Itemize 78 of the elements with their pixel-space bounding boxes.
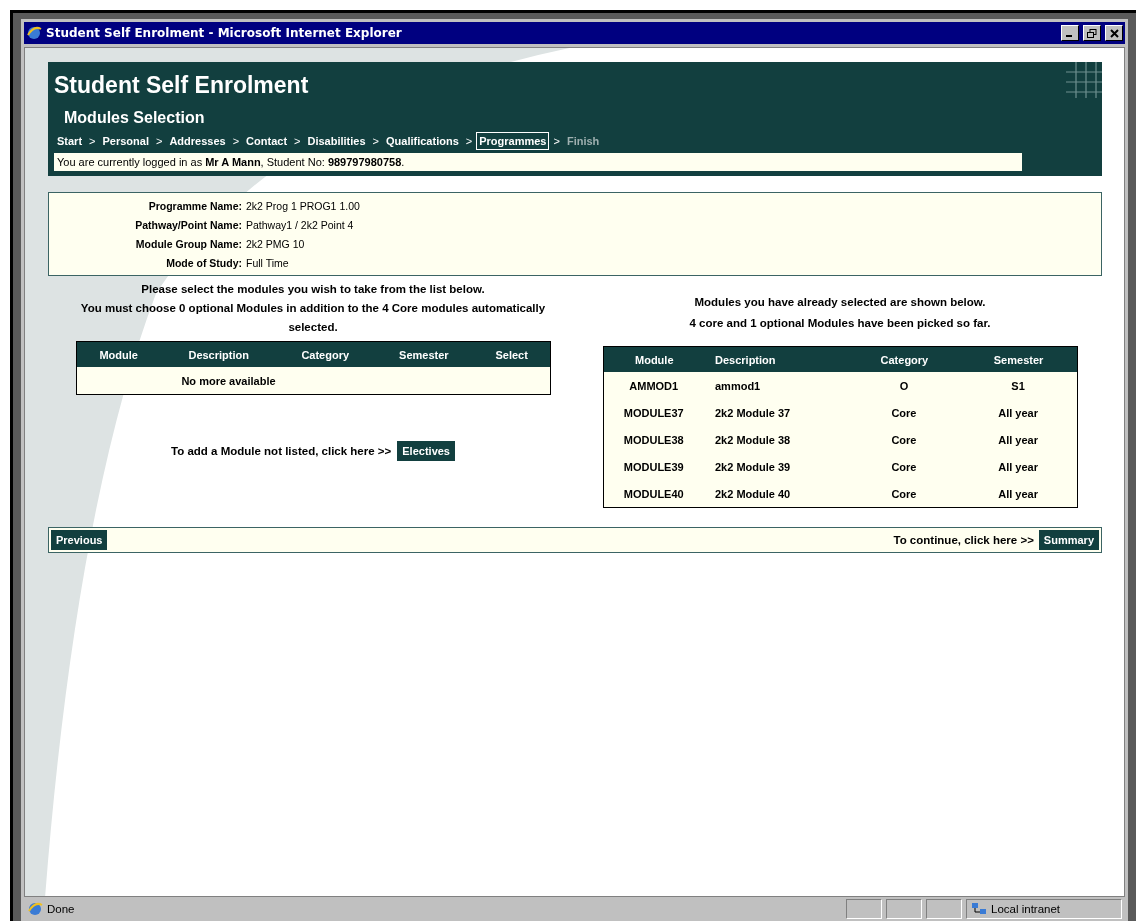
table-cell: All year xyxy=(960,426,1077,453)
breadcrumb-separator: > xyxy=(89,135,96,147)
detail-value: Full Time xyxy=(246,256,290,269)
breadcrumb-separator: > xyxy=(155,135,163,147)
column-header: Module xyxy=(603,346,705,372)
add-module-text: To add a Module not listed, click here >> xyxy=(171,445,392,457)
detail-label: Pathway/Point Name: xyxy=(134,218,242,231)
table-cell: 2k2 Module 37 xyxy=(705,399,849,426)
table-cell: All year xyxy=(960,399,1077,426)
table-cell: MODULE37 xyxy=(603,399,705,426)
table-cell: 2k2 Module 40 xyxy=(705,480,849,508)
breadcrumb-link[interactable]: Contact xyxy=(243,132,291,150)
table-cell: All year xyxy=(960,480,1077,508)
column-header: Description xyxy=(160,341,277,367)
breadcrumb-separator: > xyxy=(372,135,379,147)
detail-label: Programme Name: xyxy=(147,199,242,212)
column-header: Select xyxy=(473,341,550,367)
detail-value: 2k2 Prog 1 PROG1 1.00 xyxy=(246,199,361,212)
status-panel xyxy=(846,899,882,919)
close-icon xyxy=(1109,28,1119,38)
empty-message: No more available xyxy=(76,367,277,395)
table-cell: 2k2 Module 38 xyxy=(705,426,849,453)
table-cell: MODULE40 xyxy=(603,480,705,508)
table-cell: O xyxy=(848,372,961,399)
table-cell: Core xyxy=(848,426,961,453)
table-cell: MODULE38 xyxy=(603,426,705,453)
column-header: Description xyxy=(705,346,849,372)
network-icon xyxy=(971,902,987,916)
table-cell: ammod1 xyxy=(705,372,849,399)
restore-icon xyxy=(1087,28,1097,38)
breadcrumb-link[interactable]: Qualifications xyxy=(383,132,462,150)
previous-button[interactable]: Previous xyxy=(51,530,108,550)
table-cell: All year xyxy=(960,453,1077,480)
summary-button[interactable]: Summary xyxy=(1038,530,1099,550)
electives-button[interactable]: Electives xyxy=(397,441,455,461)
login-status-text: You are currently logged in as Mr A Mann, Student No: 989797980758. xyxy=(54,153,1022,171)
close-button[interactable] xyxy=(1105,25,1123,41)
restore-button[interactable] xyxy=(1083,25,1101,41)
instruction-text: Please select the modules you wish to take from the list below. xyxy=(140,282,486,297)
status-panel xyxy=(926,899,962,919)
table-cell: AMMOD1 xyxy=(603,372,705,399)
minimize-button[interactable] xyxy=(1061,25,1079,41)
breadcrumb-link[interactable]: Start xyxy=(54,132,86,150)
column-header: Category xyxy=(848,346,961,372)
breadcrumb-link[interactable]: Personal xyxy=(99,132,152,150)
info-text: Modules you have already selected are shown below. xyxy=(693,295,987,310)
detail-value: Pathway1 / 2k2 Point 4 xyxy=(246,218,355,231)
page-subtitle: Modules Selection xyxy=(64,109,205,127)
zone-text: Local intranet xyxy=(991,903,1061,915)
status-text: Done xyxy=(47,903,76,915)
window-title: Student Self Enrolment - Microsoft Internet Explorer xyxy=(46,26,403,40)
column-header: Category xyxy=(276,341,374,367)
breadcrumb-separator: > xyxy=(465,135,473,147)
column-header: Semester xyxy=(960,346,1077,372)
breadcrumb-separator: > xyxy=(553,135,560,147)
table-cell: Core xyxy=(848,399,961,426)
info-text: 4 core and 1 optional Modules have been picked so far. xyxy=(689,316,991,331)
status-panel xyxy=(886,899,922,919)
detail-label: Mode of Study: xyxy=(165,256,242,269)
table-cell: S1 xyxy=(960,372,1077,399)
page-title: Student Self Enrolment xyxy=(54,72,309,99)
browser-icon xyxy=(26,25,42,41)
breadcrumb-link[interactable]: Programmes xyxy=(476,132,550,150)
table-cell: Core xyxy=(848,453,961,480)
breadcrumb-link[interactable]: Disabilities xyxy=(304,132,369,150)
table-cell: 2k2 Module 39 xyxy=(705,453,849,480)
breadcrumb-separator: > xyxy=(294,135,301,147)
page-icon xyxy=(27,901,43,917)
column-header: Module xyxy=(76,341,161,367)
breadcrumb-link[interactable]: Addresses xyxy=(166,132,229,150)
continue-text: To continue, click here >> xyxy=(893,534,1034,546)
instruction-text: You must choose 0 optional Modules in addition to the 4 Core modules automatically selected. xyxy=(79,301,547,335)
column-header: Semester xyxy=(373,341,474,367)
breadcrumb-separator: > xyxy=(232,135,240,147)
table-cell: MODULE39 xyxy=(603,453,705,480)
detail-label: Module Group Name: xyxy=(134,237,242,250)
detail-value: 2k2 PMG 10 xyxy=(246,237,306,250)
table-cell: Core xyxy=(848,480,961,508)
